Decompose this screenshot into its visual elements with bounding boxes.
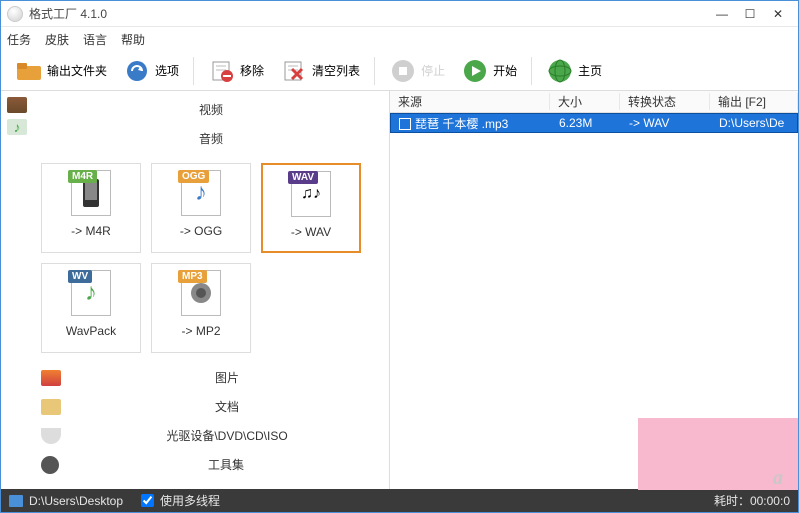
task-row[interactable]: 琵琶 千本樱 .mp3 6.23M -> WAV D:\Users\De — [390, 113, 798, 133]
note-icon: ♪ — [195, 179, 207, 207]
format-ogg-label: -> OGG — [180, 224, 222, 238]
output-path[interactable]: D:\Users\Desktop — [29, 494, 123, 508]
format-panel: 视频 音频 M4R -> M4R OGG♪ -> OGG WAV♫♪ -> WA… — [33, 91, 389, 489]
format-m4r-label: -> M4R — [71, 224, 111, 238]
file-icon — [399, 118, 411, 130]
remove-label: 移除 — [240, 62, 264, 79]
menu-skin[interactable]: 皮肤 — [45, 31, 69, 48]
format-wavpack[interactable]: WV♪ WavPack — [41, 263, 141, 353]
badge-wv: WV — [68, 270, 92, 283]
stop-button[interactable]: 停止 — [383, 55, 451, 87]
document-category-icon[interactable] — [41, 399, 61, 415]
note-icon: ♪ — [85, 279, 97, 307]
video-category-icon[interactable] — [7, 97, 27, 113]
options-button[interactable]: 选项 — [117, 55, 185, 87]
badge-m4r: M4R — [68, 170, 97, 183]
format-mp2[interactable]: MP3 -> MP2 — [151, 263, 251, 353]
menubar: 任务 皮肤 语言 帮助 — [1, 27, 798, 51]
separator — [531, 57, 532, 85]
clear-icon — [280, 57, 308, 85]
output-folder-button[interactable]: 输出文件夹 — [9, 55, 113, 87]
app-icon — [7, 6, 23, 22]
folder-icon — [15, 57, 43, 85]
format-m4r[interactable]: M4R -> M4R — [41, 163, 141, 253]
minimize-button[interactable]: — — [708, 7, 736, 21]
menu-help[interactable]: 帮助 — [121, 31, 145, 48]
home-label: 主页 — [578, 62, 602, 79]
toolbar: 输出文件夹 选项 移除 清空列表 停止 开始 主页 — [1, 51, 798, 91]
disk-icon — [9, 495, 23, 507]
start-label: 开始 — [493, 62, 517, 79]
watermark: a — [773, 467, 795, 489]
elapsed-label: 耗时： — [714, 492, 750, 509]
row-output: D:\Users\De — [711, 116, 797, 130]
tools-category-icon[interactable] — [41, 456, 59, 474]
clear-list-button[interactable]: 清空列表 — [274, 55, 366, 87]
section-tools[interactable]: 工具集 — [71, 450, 381, 479]
maximize-button[interactable]: ☐ — [736, 7, 764, 21]
section-picture[interactable]: 图片 — [73, 363, 381, 392]
remove-button[interactable]: 移除 — [202, 55, 270, 87]
clear-label: 清空列表 — [312, 62, 360, 79]
badge-mp2: MP3 — [178, 270, 207, 283]
globe-icon — [546, 57, 574, 85]
remove-icon — [208, 57, 236, 85]
section-video[interactable]: 视频 — [41, 95, 381, 124]
menu-task[interactable]: 任务 — [7, 31, 31, 48]
stop-label: 停止 — [421, 62, 445, 79]
separator — [374, 57, 375, 85]
start-icon — [461, 57, 489, 85]
options-icon — [123, 57, 151, 85]
row-size: 6.23M — [551, 116, 621, 130]
options-label: 选项 — [155, 62, 179, 79]
home-button[interactable]: 主页 — [540, 55, 608, 87]
window-title: 格式工厂 4.1.0 — [29, 5, 708, 22]
col-output[interactable]: 输出 [F2] — [710, 93, 798, 110]
menu-language[interactable]: 语言 — [83, 31, 107, 48]
speaker-icon — [189, 281, 213, 305]
output-folder-label: 输出文件夹 — [47, 62, 107, 79]
elapsed-value: 00:00:0 — [750, 494, 790, 508]
col-size[interactable]: 大小 — [550, 93, 620, 110]
section-disc[interactable]: 光驱设备\DVD\CD\ISO — [73, 421, 381, 450]
format-ogg[interactable]: OGG♪ -> OGG — [151, 163, 251, 253]
col-source[interactable]: 来源 — [390, 93, 550, 110]
badge-ogg: OGG — [178, 170, 209, 183]
multithread-checkbox[interactable] — [141, 494, 154, 507]
list-header: 来源 大小 转换状态 输出 [F2] — [390, 91, 798, 113]
close-button[interactable]: ✕ — [764, 7, 792, 21]
badge-wav: WAV — [288, 171, 318, 184]
disc-category-icon[interactable] — [41, 428, 61, 444]
format-mp2-label: -> MP2 — [181, 324, 220, 338]
start-button[interactable]: 开始 — [455, 55, 523, 87]
section-document[interactable]: 文档 — [73, 392, 381, 421]
format-wav-label: -> WAV — [291, 225, 331, 239]
row-source: 琵琶 千本樱 .mp3 — [391, 115, 551, 132]
section-audio[interactable]: 音频 — [41, 124, 381, 153]
format-wav[interactable]: WAV♫♪ -> WAV — [261, 163, 361, 253]
col-state[interactable]: 转换状态 — [620, 93, 710, 110]
audio-category-icon[interactable]: ♪ — [7, 119, 27, 135]
separator — [193, 57, 194, 85]
picture-category-icon[interactable] — [41, 370, 61, 386]
notes-icon: ♫♪ — [301, 185, 321, 203]
multithread-label: 使用多线程 — [160, 492, 220, 509]
stop-icon — [389, 57, 417, 85]
row-state: -> WAV — [621, 116, 711, 130]
statusbar: D:\Users\Desktop 使用多线程 耗时： 00:00:0 — [1, 489, 798, 512]
format-wavpack-label: WavPack — [66, 324, 116, 338]
category-sidebar: ♪ — [1, 91, 33, 489]
titlebar: 格式工厂 4.1.0 — ☐ ✕ — [1, 1, 798, 27]
audio-format-grid: M4R -> M4R OGG♪ -> OGG WAV♫♪ -> WAV WV♪ … — [41, 153, 381, 363]
